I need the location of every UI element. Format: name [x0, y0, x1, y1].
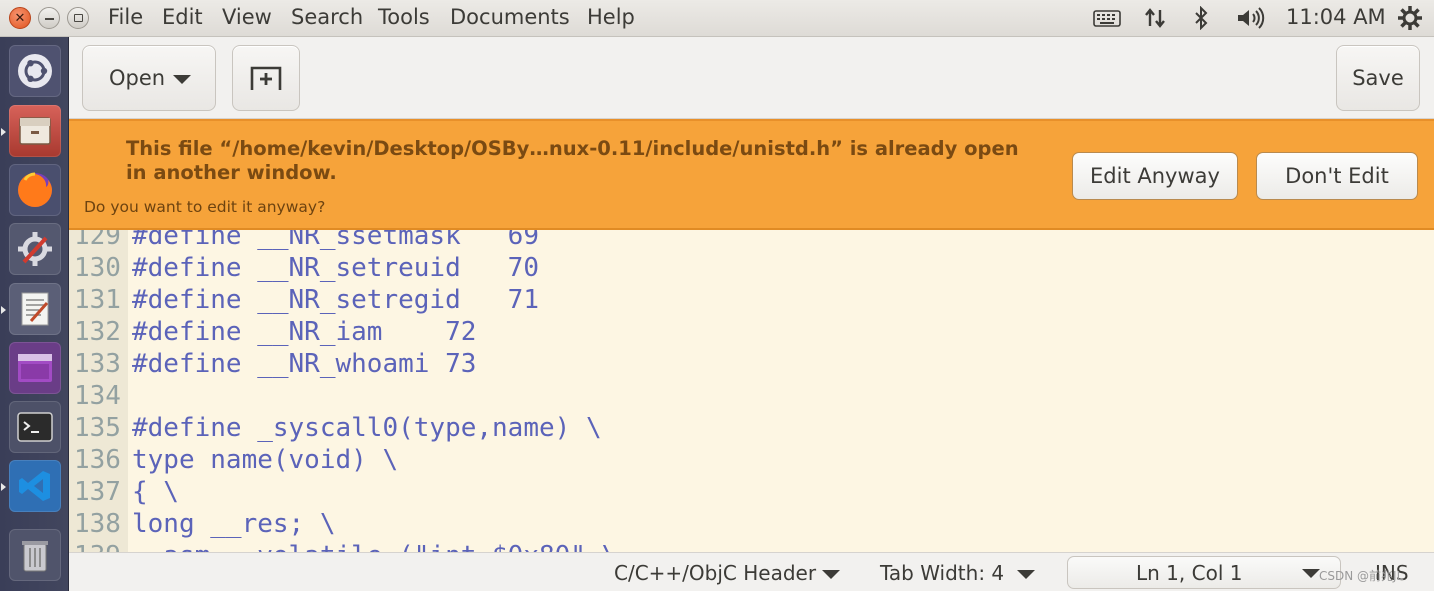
running-indicator	[1, 128, 6, 136]
code-text: __asm__ volatile ("int $0x80" \	[132, 540, 617, 552]
language-selector[interactable]: C/C++/ObjC Header	[614, 561, 816, 585]
tab-width-selector[interactable]: Tab Width: 4	[880, 561, 1004, 585]
code-text: #define __NR_setreuid 70	[132, 253, 539, 283]
line-number: 133	[74, 349, 121, 379]
close-icon: ✕	[14, 10, 26, 26]
firefox-icon[interactable]	[9, 164, 61, 216]
chevron-down-icon	[173, 75, 191, 84]
edit-anyway-button[interactable]: Edit Anyway	[1072, 152, 1238, 200]
launcher	[0, 37, 69, 591]
keyboard-icon[interactable]	[1092, 4, 1122, 32]
line-number: 139	[74, 540, 130, 552]
code-text: type name(void) \	[132, 445, 399, 475]
clock[interactable]: 11:04 AM	[1286, 5, 1386, 29]
code-line: 137 { \	[69, 476, 1434, 508]
status-bar: C/C++/ObjC Header Tab Width: 4 Ln 1, Col…	[69, 552, 1434, 591]
line-number: 135	[74, 413, 121, 443]
already-open-infobar: This file “/home/kevin/Desktop/OSBy…nux-…	[69, 119, 1434, 230]
cursor-position-button[interactable]: Ln 1, Col 1	[1067, 556, 1341, 589]
menu-help[interactable]: Help	[587, 5, 635, 29]
code-line: 131 #define __NR_setregid 71	[69, 284, 1434, 316]
open-label: Open	[108, 66, 166, 90]
code-text: long __res; \	[132, 509, 336, 539]
menu-view[interactable]: View	[222, 5, 272, 29]
system-settings-icon[interactable]	[9, 223, 61, 275]
menu-tools[interactable]: Tools	[378, 5, 430, 29]
code-editor[interactable]: 129 #define __NR_ssetmask 69 130 #define _…	[69, 230, 1434, 552]
infobar-question: Do you want to edit it anyway?	[84, 198, 326, 216]
code-line: 138 long __res; \	[69, 508, 1434, 540]
ubuntu-dash-icon[interactable]	[9, 45, 61, 97]
line-number: 138	[74, 509, 121, 539]
close-window-button[interactable]: ✕	[9, 7, 31, 29]
vscode-icon[interactable]	[9, 460, 61, 512]
line-number: 134	[74, 381, 121, 411]
infobar-message: This file “/home/kevin/Desktop/OSBy…nux-…	[126, 137, 1019, 184]
code-text: #define __NR_iam 72	[132, 317, 477, 347]
code-text: #define _syscall0(type,name) \	[132, 413, 602, 443]
code-line: 129 #define __NR_ssetmask 69	[69, 230, 1434, 252]
code-text: { \	[132, 477, 179, 507]
minimize-window-button[interactable]	[38, 7, 60, 29]
code-line: 133 #define __NR_whoami 73	[69, 348, 1434, 380]
line-number: 129	[74, 230, 121, 251]
line-number: 132	[74, 317, 121, 347]
menu-file[interactable]: File	[108, 5, 143, 29]
open-button[interactable]: Open	[82, 45, 216, 111]
code-line: 136 type name(void) \	[69, 444, 1434, 476]
bluetooth-icon[interactable]	[1190, 4, 1212, 32]
save-button[interactable]: Save	[1336, 45, 1420, 111]
chevron-down-icon	[1017, 570, 1035, 579]
settings-gear-icon[interactable]	[1396, 4, 1424, 32]
line-number: 136	[74, 445, 121, 475]
watermark: CSDN @前兆JL	[1319, 569, 1404, 583]
new-tab-icon	[250, 66, 282, 90]
code-line: 132 #define __NR_iam 72	[69, 316, 1434, 348]
volume-icon[interactable]	[1234, 4, 1268, 32]
top-menu-bar: ✕ File Edit View Search Tools Documents …	[0, 0, 1434, 37]
code-line: 135 #define _syscall0(type,name) \	[69, 412, 1434, 444]
line-number: 137	[74, 477, 121, 507]
app-window-icon[interactable]	[9, 342, 61, 394]
menu-search[interactable]: Search	[291, 5, 363, 29]
file-manager-icon[interactable]	[9, 105, 61, 157]
code-line: 134	[69, 380, 1434, 412]
code-text: #define __NR_setregid 71	[132, 285, 539, 315]
line-number: 131	[74, 285, 121, 315]
code-text: #define __NR_whoami 73	[132, 349, 477, 379]
menu-documents[interactable]: Documents	[450, 5, 570, 29]
terminal-icon[interactable]	[9, 401, 61, 453]
maximize-window-button[interactable]	[67, 7, 89, 29]
cursor-position: Ln 1, Col 1	[1136, 561, 1243, 585]
toolbar: Open Save	[69, 37, 1434, 119]
menu-edit[interactable]: Edit	[162, 5, 203, 29]
code-text: #define __NR_ssetmask 69	[132, 230, 539, 251]
maximize-icon	[73, 14, 83, 22]
running-indicator	[1, 306, 6, 314]
new-tab-button[interactable]	[232, 45, 300, 111]
trash-icon[interactable]	[9, 529, 61, 581]
network-arrows-icon[interactable]	[1142, 4, 1168, 32]
dont-edit-button[interactable]: Don't Edit	[1256, 152, 1418, 200]
chevron-down-icon	[822, 570, 840, 579]
chevron-down-icon	[1302, 569, 1320, 578]
code-line: 130 #define __NR_setreuid 70	[69, 252, 1434, 284]
text-editor-icon[interactable]	[9, 283, 61, 335]
code-line: 139__asm__ volatile ("int $0x80" \	[69, 540, 1434, 552]
line-number: 130	[74, 253, 121, 283]
running-indicator	[1, 483, 6, 491]
minimize-icon	[44, 18, 54, 20]
